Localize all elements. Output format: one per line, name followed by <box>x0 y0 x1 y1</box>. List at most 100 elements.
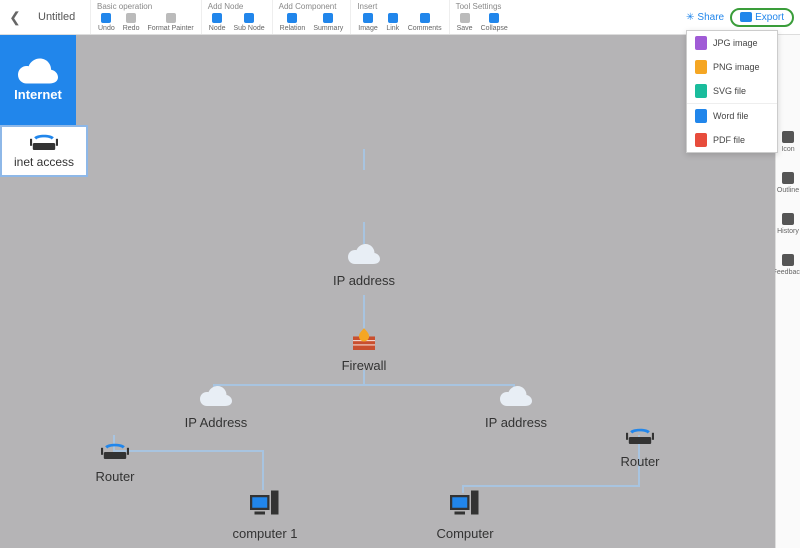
export-option-label: JPG image <box>713 38 758 48</box>
tool-label: Node <box>209 25 226 32</box>
undo-button[interactable]: Undo <box>95 11 118 32</box>
link-button[interactable]: Link <box>383 11 403 32</box>
router-icon <box>30 134 58 152</box>
node-router-right[interactable]: Router <box>615 428 665 469</box>
format-painter-icon <box>164 11 178 25</box>
back-button[interactable]: ❮ <box>0 0 30 34</box>
export-button[interactable]: Export <box>730 8 794 27</box>
group-label: Tool Settings <box>454 2 511 11</box>
undo-icon <box>99 11 113 25</box>
tool-label: Format Painter <box>147 25 193 32</box>
node-ip-address[interactable]: IP address <box>330 243 398 288</box>
comments-button[interactable]: Comments <box>405 11 445 32</box>
relation-icon <box>285 11 299 25</box>
file-icon <box>695 133 707 147</box>
tool-label: Redo <box>123 25 140 32</box>
node-ip-address-right[interactable]: IP address <box>482 385 550 430</box>
redo-button[interactable]: Redo <box>120 11 143 32</box>
export-option[interactable]: PNG image <box>687 55 777 79</box>
share-button[interactable]: ✳ Share <box>682 10 728 25</box>
side-feedback[interactable]: Feedback <box>773 253 800 276</box>
canvas[interactable]: Internet inet access IP address Firewall… <box>0 35 775 548</box>
edge <box>363 295 365 329</box>
node-label: Router <box>90 469 140 484</box>
save-button[interactable]: Save <box>454 11 476 32</box>
node-router-left[interactable]: Router <box>90 443 140 484</box>
tool-label: Sub Node <box>234 25 265 32</box>
side-panel: Icon Outline History Feedback <box>775 35 800 548</box>
side-label: Icon <box>781 146 794 153</box>
node-label: inet access <box>14 155 74 169</box>
history-icon <box>781 212 795 226</box>
tool-label: Image <box>358 25 377 32</box>
node-inet-access[interactable]: inet access <box>0 125 88 177</box>
node-label: Internet <box>14 87 62 102</box>
redo-icon <box>124 11 138 25</box>
icon-icon <box>781 130 795 144</box>
subnode-button[interactable]: Sub Node <box>231 11 268 32</box>
link-icon <box>386 11 400 25</box>
file-icon <box>695 60 707 74</box>
side-history[interactable]: History <box>777 212 799 235</box>
image-button[interactable]: Image <box>355 11 380 32</box>
export-option[interactable]: PDF file <box>687 128 777 152</box>
export-option[interactable]: JPG image <box>687 31 777 55</box>
side-label: History <box>777 228 799 235</box>
node-ip-address-left[interactable]: IP Address <box>182 385 250 430</box>
group-label: Add Node <box>206 2 268 11</box>
tool-label: Summary <box>313 25 343 32</box>
export-icon <box>740 12 752 22</box>
toolbar-group: Tool Settings Save Collapse <box>449 0 515 34</box>
firewall-icon <box>351 328 377 350</box>
edge <box>462 485 640 487</box>
export-option-label: PDF file <box>713 135 745 145</box>
summary-icon <box>321 11 335 25</box>
tool-label: Comments <box>408 25 442 32</box>
node-label: Router <box>615 454 665 469</box>
relation-button[interactable]: Relation <box>277 11 309 32</box>
feedback-icon <box>781 253 795 267</box>
edge <box>363 149 365 170</box>
summary-button[interactable]: Summary <box>310 11 346 32</box>
comments-icon <box>418 11 432 25</box>
node-label: computer 1 <box>230 526 300 541</box>
node-button[interactable]: Node <box>206 11 229 32</box>
node-label: Firewall <box>336 358 392 373</box>
side-outline[interactable]: Outline <box>777 171 799 194</box>
cloud-icon <box>348 243 380 265</box>
format-painter-button[interactable]: Format Painter <box>144 11 196 32</box>
node-computer-right[interactable]: Computer <box>430 490 500 541</box>
save-icon <box>458 11 472 25</box>
outline-icon <box>781 171 795 185</box>
file-icon <box>695 84 707 98</box>
tool-label: Save <box>457 25 473 32</box>
export-option-label: SVG file <box>713 86 746 96</box>
node-firewall[interactable]: Firewall <box>336 328 392 373</box>
collapse-icon <box>487 11 501 25</box>
toolbar-group: Insert Image Link Comments <box>350 0 448 34</box>
cloud-icon <box>18 58 58 84</box>
node-label: IP Address <box>182 415 250 430</box>
document-title[interactable]: Untitled <box>30 0 90 34</box>
export-option-label: PNG image <box>713 62 760 72</box>
tool-label: Link <box>386 25 399 32</box>
node-internet[interactable]: Internet <box>0 35 76 125</box>
edge <box>363 222 365 244</box>
share-label: Share <box>697 12 724 23</box>
computer-icon <box>250 490 280 518</box>
file-icon <box>695 109 707 123</box>
side-icon[interactable]: Icon <box>781 130 795 153</box>
topbar: ❮ Untitled Basic operationUndoRedoFormat… <box>0 0 800 35</box>
group-label: Insert <box>355 2 444 11</box>
cloud-icon <box>200 385 232 407</box>
router-icon <box>101 443 129 461</box>
computer-icon <box>450 490 480 518</box>
toolbar-group: Add Node Node Sub Node <box>201 0 272 34</box>
node-computer-left[interactable]: computer 1 <box>230 490 300 541</box>
edge <box>262 450 264 490</box>
toolbar-group: Add ComponentRelationSummary <box>272 0 351 34</box>
export-option[interactable]: Word file <box>687 103 777 128</box>
tool-label: Collapse <box>481 25 508 32</box>
export-option[interactable]: SVG file <box>687 79 777 103</box>
collapse-button[interactable]: Collapse <box>478 11 511 32</box>
